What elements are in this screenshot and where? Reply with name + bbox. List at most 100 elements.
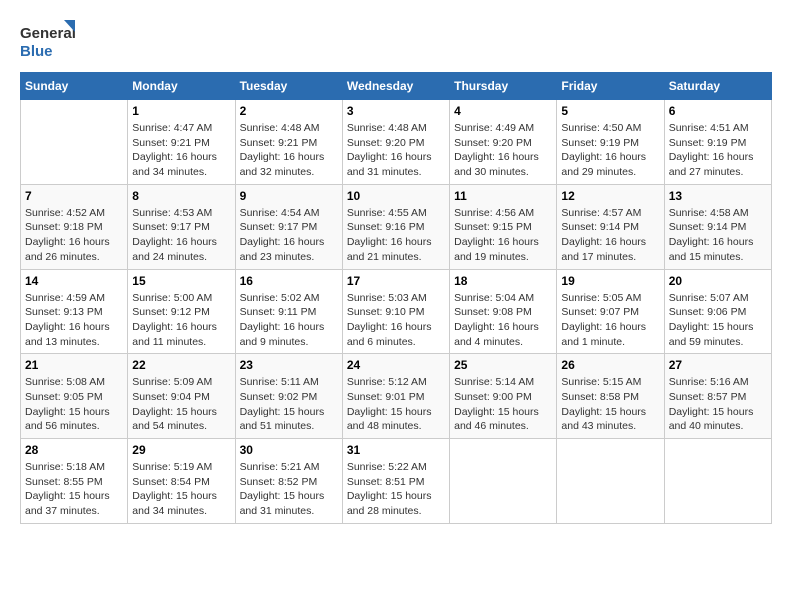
day-number: 9 [240, 189, 338, 203]
day-info: Sunrise: 5:11 AMSunset: 9:02 PMDaylight:… [240, 375, 338, 434]
calendar-day-cell: 31 Sunrise: 5:22 AMSunset: 8:51 PMDayligh… [342, 439, 449, 524]
calendar-day-cell: 20 Sunrise: 5:07 AMSunset: 9:06 PMDayligh… [664, 269, 771, 354]
calendar-day-cell: 30 Sunrise: 5:21 AMSunset: 8:52 PMDayligh… [235, 439, 342, 524]
day-number: 24 [347, 358, 445, 372]
day-info: Sunrise: 5:04 AMSunset: 9:08 PMDaylight:… [454, 291, 552, 350]
calendar-day-cell: 27 Sunrise: 5:16 AMSunset: 8:57 PMDayligh… [664, 354, 771, 439]
calendar-day-cell [664, 439, 771, 524]
logo: GeneralBlue [20, 20, 80, 64]
day-number: 4 [454, 104, 552, 118]
day-number: 6 [669, 104, 767, 118]
day-info: Sunrise: 4:49 AMSunset: 9:20 PMDaylight:… [454, 121, 552, 180]
day-of-week-header: Thursday [450, 73, 557, 100]
calendar-week-row: 21 Sunrise: 5:08 AMSunset: 9:05 PMDayligh… [21, 354, 772, 439]
calendar-day-cell: 24 Sunrise: 5:12 AMSunset: 9:01 PMDayligh… [342, 354, 449, 439]
calendar-day-cell: 10 Sunrise: 4:55 AMSunset: 9:16 PMDayligh… [342, 184, 449, 269]
calendar-day-cell: 22 Sunrise: 5:09 AMSunset: 9:04 PMDayligh… [128, 354, 235, 439]
day-info: Sunrise: 5:08 AMSunset: 9:05 PMDaylight:… [25, 375, 123, 434]
day-info: Sunrise: 4:58 AMSunset: 9:14 PMDaylight:… [669, 206, 767, 265]
day-info: Sunrise: 5:14 AMSunset: 9:00 PMDaylight:… [454, 375, 552, 434]
page-header: GeneralBlue [20, 20, 772, 64]
day-info: Sunrise: 5:03 AMSunset: 9:10 PMDaylight:… [347, 291, 445, 350]
day-info: Sunrise: 5:02 AMSunset: 9:11 PMDaylight:… [240, 291, 338, 350]
calendar-day-cell: 16 Sunrise: 5:02 AMSunset: 9:11 PMDayligh… [235, 269, 342, 354]
logo-svg: GeneralBlue [20, 20, 80, 64]
calendar-day-cell: 1 Sunrise: 4:47 AMSunset: 9:21 PMDaylight… [128, 100, 235, 185]
calendar-day-cell: 15Sunrise: 5:00 AMSunset: 9:12 PMDayligh… [128, 269, 235, 354]
calendar-week-row: 1 Sunrise: 4:47 AMSunset: 9:21 PMDaylight… [21, 100, 772, 185]
day-number: 31 [347, 443, 445, 457]
calendar-day-cell: 4 Sunrise: 4:49 AMSunset: 9:20 PMDaylight… [450, 100, 557, 185]
day-info: Sunrise: 5:22 AMSunset: 8:51 PMDaylight:… [347, 460, 445, 519]
calendar-day-cell: 2 Sunrise: 4:48 AMSunset: 9:21 PMDaylight… [235, 100, 342, 185]
day-number: 5 [561, 104, 659, 118]
day-info: Sunrise: 4:47 AMSunset: 9:21 PMDaylight:… [132, 121, 230, 180]
calendar-day-cell: 3 Sunrise: 4:48 AMSunset: 9:20 PMDaylight… [342, 100, 449, 185]
calendar-day-cell [21, 100, 128, 185]
day-number: 23 [240, 358, 338, 372]
calendar-week-row: 7 Sunrise: 4:52 AMSunset: 9:18 PMDaylight… [21, 184, 772, 269]
calendar-day-cell: 21 Sunrise: 5:08 AMSunset: 9:05 PMDayligh… [21, 354, 128, 439]
day-info: Sunrise: 4:55 AMSunset: 9:16 PMDaylight:… [347, 206, 445, 265]
day-number: 26 [561, 358, 659, 372]
calendar-header-row: SundayMondayTuesdayWednesdayThursdayFrid… [21, 73, 772, 100]
day-info: Sunrise: 4:48 AMSunset: 9:21 PMDaylight:… [240, 121, 338, 180]
day-number: 30 [240, 443, 338, 457]
day-info: Sunrise: 4:50 AMSunset: 9:19 PMDaylight:… [561, 121, 659, 180]
calendar-day-cell: 19 Sunrise: 5:05 AMSunset: 9:07 PMDayligh… [557, 269, 664, 354]
calendar-day-cell: 7 Sunrise: 4:52 AMSunset: 9:18 PMDaylight… [21, 184, 128, 269]
day-number: 21 [25, 358, 123, 372]
day-number: 12 [561, 189, 659, 203]
calendar-day-cell: 26 Sunrise: 5:15 AMSunset: 8:58 PMDayligh… [557, 354, 664, 439]
calendar-day-cell: 17Sunrise: 5:03 AMSunset: 9:10 PMDayligh… [342, 269, 449, 354]
day-number: 27 [669, 358, 767, 372]
calendar-week-row: 28Sunrise: 5:18 AMSunset: 8:55 PMDayligh… [21, 439, 772, 524]
day-number: 15 [132, 274, 230, 288]
day-number: 10 [347, 189, 445, 203]
calendar-day-cell: 13 Sunrise: 4:58 AMSunset: 9:14 PMDayligh… [664, 184, 771, 269]
day-info: Sunrise: 4:59 AMSunset: 9:13 PMDaylight:… [25, 291, 123, 350]
day-number: 2 [240, 104, 338, 118]
day-info: Sunrise: 5:09 AMSunset: 9:04 PMDaylight:… [132, 375, 230, 434]
calendar-day-cell: 14Sunrise: 4:59 AMSunset: 9:13 PMDayligh… [21, 269, 128, 354]
calendar-day-cell: 9 Sunrise: 4:54 AMSunset: 9:17 PMDaylight… [235, 184, 342, 269]
day-number: 13 [669, 189, 767, 203]
day-number: 8 [132, 189, 230, 203]
day-number: 19 [561, 274, 659, 288]
day-number: 29 [132, 443, 230, 457]
day-info: Sunrise: 5:16 AMSunset: 8:57 PMDaylight:… [669, 375, 767, 434]
day-info: Sunrise: 5:07 AMSunset: 9:06 PMDaylight:… [669, 291, 767, 350]
day-info: Sunrise: 5:15 AMSunset: 8:58 PMDaylight:… [561, 375, 659, 434]
day-info: Sunrise: 4:48 AMSunset: 9:20 PMDaylight:… [347, 121, 445, 180]
day-info: Sunrise: 4:57 AMSunset: 9:14 PMDaylight:… [561, 206, 659, 265]
day-of-week-header: Tuesday [235, 73, 342, 100]
calendar-day-cell: 23 Sunrise: 5:11 AMSunset: 9:02 PMDayligh… [235, 354, 342, 439]
day-number: 16 [240, 274, 338, 288]
day-info: Sunrise: 5:05 AMSunset: 9:07 PMDaylight:… [561, 291, 659, 350]
day-info: Sunrise: 4:54 AMSunset: 9:17 PMDaylight:… [240, 206, 338, 265]
day-number: 20 [669, 274, 767, 288]
day-of-week-header: Monday [128, 73, 235, 100]
day-info: Sunrise: 5:21 AMSunset: 8:52 PMDaylight:… [240, 460, 338, 519]
day-of-week-header: Saturday [664, 73, 771, 100]
calendar-day-cell: 18 Sunrise: 5:04 AMSunset: 9:08 PMDayligh… [450, 269, 557, 354]
day-info: Sunrise: 5:12 AMSunset: 9:01 PMDaylight:… [347, 375, 445, 434]
day-number: 22 [132, 358, 230, 372]
day-of-week-header: Friday [557, 73, 664, 100]
day-number: 25 [454, 358, 552, 372]
calendar-day-cell: 6Sunrise: 4:51 AMSunset: 9:19 PMDaylight… [664, 100, 771, 185]
day-number: 3 [347, 104, 445, 118]
day-number: 1 [132, 104, 230, 118]
calendar-day-cell: 8 Sunrise: 4:53 AMSunset: 9:17 PMDaylight… [128, 184, 235, 269]
calendar-day-cell: 12 Sunrise: 4:57 AMSunset: 9:14 PMDayligh… [557, 184, 664, 269]
svg-text:Blue: Blue [20, 43, 53, 60]
day-number: 28 [25, 443, 123, 457]
day-info: Sunrise: 4:52 AMSunset: 9:18 PMDaylight:… [25, 206, 123, 265]
day-number: 18 [454, 274, 552, 288]
calendar-table: SundayMondayTuesdayWednesdayThursdayFrid… [20, 72, 772, 524]
day-number: 7 [25, 189, 123, 203]
day-info: Sunrise: 4:53 AMSunset: 9:17 PMDaylight:… [132, 206, 230, 265]
day-of-week-header: Sunday [21, 73, 128, 100]
calendar-day-cell: 5 Sunrise: 4:50 AMSunset: 9:19 PMDaylight… [557, 100, 664, 185]
day-of-week-header: Wednesday [342, 73, 449, 100]
